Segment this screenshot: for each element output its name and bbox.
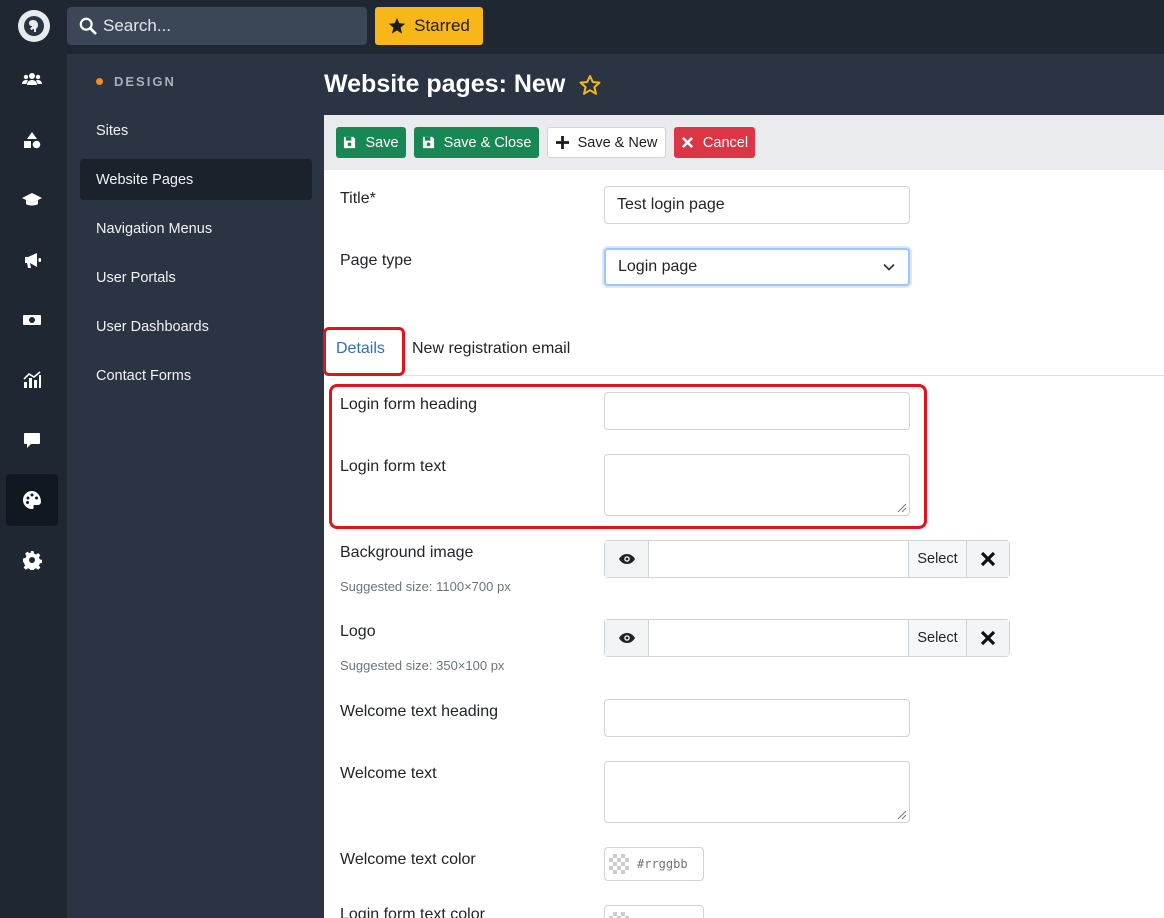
chevron-down-icon: [882, 260, 896, 274]
shapes-icon[interactable]: [6, 114, 58, 166]
save-close-label: Save & Close: [443, 134, 532, 151]
save-new-label: Save & New: [577, 134, 658, 151]
save-new-button[interactable]: Save & New: [547, 127, 666, 158]
palette-icon[interactable]: [6, 474, 58, 526]
save-close-button[interactable]: Save & Close: [414, 127, 539, 158]
floppy-disk-icon: [343, 136, 356, 149]
icon-rail: [0, 54, 67, 918]
sidebar-item-user-dashboards[interactable]: User Dashboards: [80, 306, 312, 347]
elephant-logo-icon[interactable]: [18, 10, 50, 42]
sidebar-item-website-pages[interactable]: Website Pages: [80, 159, 312, 200]
bg-image-label: Background image: [340, 544, 474, 561]
page-type-value: Login page: [618, 258, 698, 275]
bg-image-field[interactable]: [649, 541, 908, 577]
gear-icon[interactable]: [6, 534, 58, 586]
sidebar-item-sites[interactable]: Sites: [80, 110, 312, 151]
save-button[interactable]: Save: [336, 127, 406, 158]
clear-icon[interactable]: [966, 620, 1009, 656]
sidebar-item-label: User Portals: [96, 269, 176, 286]
page-title-text: Website pages: New: [324, 70, 566, 98]
save-label: Save: [365, 134, 399, 151]
color-placeholder: #rrggbb: [637, 857, 688, 871]
login-color-label: Login form text color: [340, 906, 485, 918]
welcome-color-input[interactable]: #rrggbb: [604, 847, 704, 881]
login-heading-input[interactable]: [604, 392, 910, 430]
tab-details[interactable]: Details: [336, 340, 385, 358]
search-input[interactable]: Search...: [67, 7, 367, 45]
eye-icon[interactable]: [605, 620, 649, 656]
bg-image-select-button[interactable]: Select: [908, 541, 966, 577]
sidebar-item-label: Contact Forms: [96, 367, 192, 384]
cancel-label: Cancel: [702, 134, 749, 151]
color-swatch-icon[interactable]: [609, 854, 629, 874]
close-icon: [681, 136, 694, 149]
page-type-label: Page type: [340, 252, 413, 269]
sidebar-item-label: Sites: [96, 122, 129, 139]
eye-icon[interactable]: [605, 541, 649, 577]
logo-label: Logo: [340, 623, 376, 640]
login-color-input[interactable]: [604, 905, 704, 918]
welcome-text-label: Welcome text: [340, 765, 437, 782]
page-title: Website pages: New: [324, 70, 601, 99]
star-icon: [388, 17, 406, 35]
money-icon[interactable]: [6, 294, 58, 346]
color-swatch-icon[interactable]: [609, 912, 629, 918]
search-placeholder: Search...: [103, 16, 172, 35]
bg-image-hint: Suggested size: 1100×700 px: [340, 579, 511, 594]
search-icon: [79, 17, 97, 35]
welcome-heading-input[interactable]: [604, 699, 910, 737]
page-type-select[interactable]: Login page: [604, 248, 910, 286]
logo-select-button[interactable]: Select: [908, 620, 966, 656]
starred-label: Starred: [414, 16, 470, 35]
section-title-label: DESIGN: [114, 74, 176, 89]
logo-hint: Suggested size: 350×100 px: [340, 658, 505, 673]
logo-field[interactable]: [649, 620, 908, 656]
design-sidebar: DESIGN Sites Website Pages Navigation Me…: [67, 54, 324, 918]
login-text-textarea[interactable]: [604, 454, 910, 516]
sidebar-item-label: User Dashboards: [96, 318, 209, 335]
section-dot-icon: [96, 78, 103, 85]
sidebar-section-title: DESIGN: [96, 74, 176, 89]
form-toolbar: Save Save & Close Save & New Cancel: [324, 115, 1164, 170]
bg-image-picker: Select: [604, 540, 1010, 578]
chart-icon[interactable]: [6, 354, 58, 406]
form-tabs: Details New registration email: [324, 328, 1164, 376]
graduation-cap-icon[interactable]: [6, 174, 58, 226]
megaphone-icon[interactable]: [6, 234, 58, 286]
title-input[interactable]: Test login page: [604, 186, 910, 224]
top-bar: Search... Starred: [0, 0, 1164, 54]
sidebar-item-label: Website Pages: [96, 171, 194, 188]
title-label: Title*: [340, 190, 376, 207]
comment-icon[interactable]: [6, 414, 58, 466]
resize-grip-icon[interactable]: [895, 501, 907, 513]
tab-new-registration-email[interactable]: New registration email: [412, 340, 570, 358]
login-text-label: Login form text: [340, 458, 446, 475]
login-heading-label: Login form heading: [340, 396, 477, 413]
sidebar-item-navigation-menus[interactable]: Navigation Menus: [80, 208, 312, 249]
sidebar-item-user-portals[interactable]: User Portals: [80, 257, 312, 298]
starred-button[interactable]: Starred: [375, 7, 483, 45]
welcome-text-textarea[interactable]: [604, 761, 910, 823]
sidebar-item-label: Navigation Menus: [96, 220, 213, 237]
logo-picker: Select: [604, 619, 1010, 657]
clear-icon[interactable]: [966, 541, 1009, 577]
users-icon[interactable]: [6, 54, 58, 106]
sidebar-item-contact-forms[interactable]: Contact Forms: [80, 355, 312, 396]
welcome-heading-label: Welcome text heading: [340, 703, 499, 720]
form-content: Title* Test login page Page type Login p…: [324, 170, 1164, 918]
resize-grip-icon[interactable]: [895, 808, 907, 820]
star-outline-icon[interactable]: [579, 74, 601, 96]
floppy-disk-icon: [422, 136, 435, 149]
plus-icon: [555, 136, 569, 149]
title-input-value: Test login page: [617, 196, 725, 213]
cancel-button[interactable]: Cancel: [674, 127, 755, 158]
welcome-color-label: Welcome text color: [340, 851, 476, 868]
